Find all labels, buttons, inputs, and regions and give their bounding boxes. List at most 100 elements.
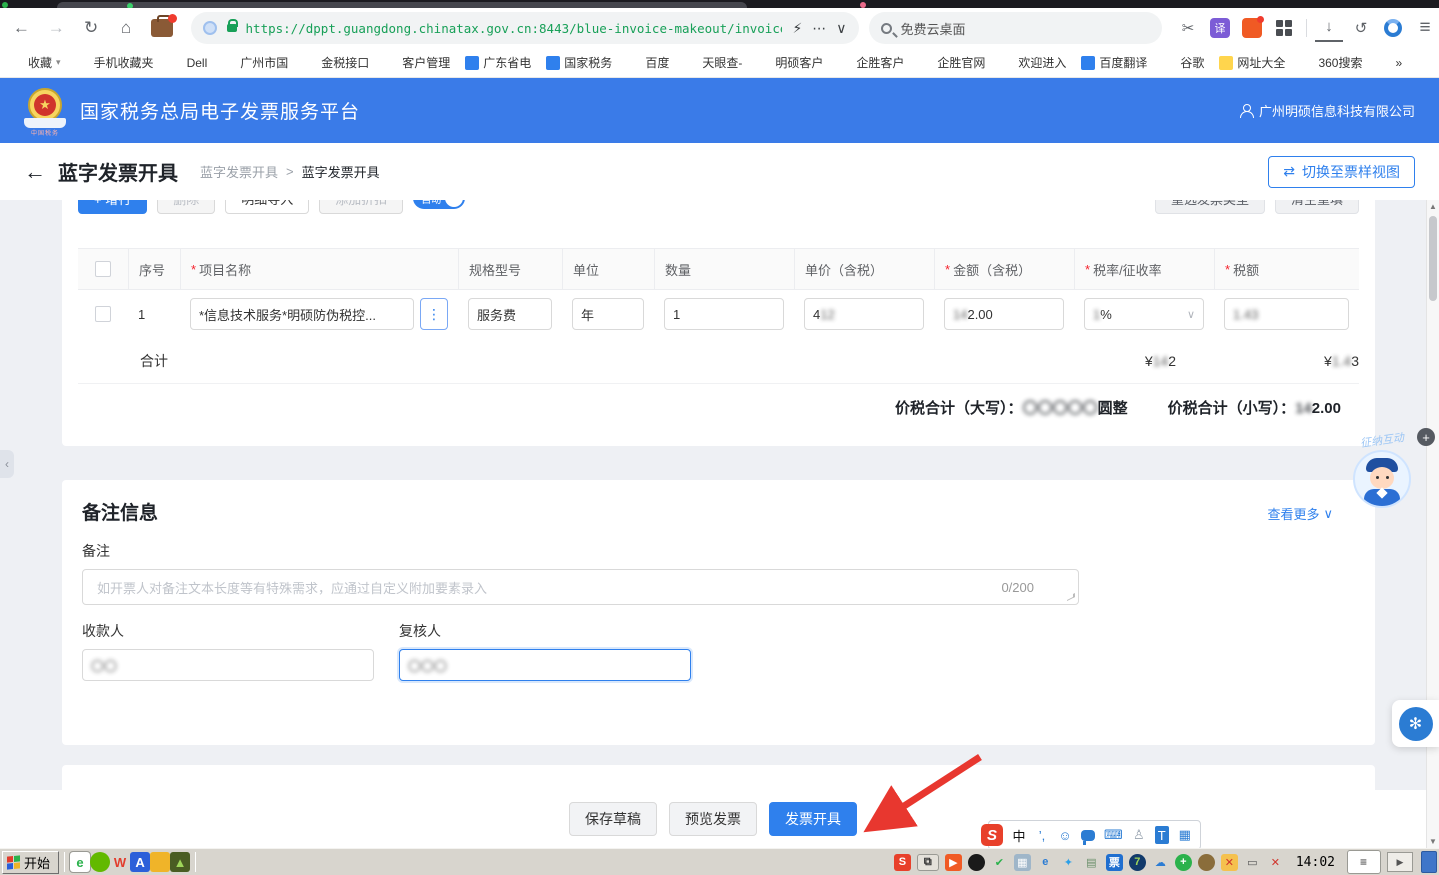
quicklaunch-ie[interactable]: e (70, 852, 90, 872)
bookmarks-overflow[interactable]: » (1377, 56, 1402, 70)
quicklaunch-wps[interactable]: W (110, 852, 130, 872)
issue-invoice-button[interactable]: 发票开具 (769, 802, 857, 836)
tray-device[interactable]: ▦ (1014, 854, 1031, 871)
row-checkbox[interactable] (95, 306, 111, 322)
ime-punctuation[interactable]: ’, (1035, 826, 1049, 844)
tray-chat[interactable] (1198, 854, 1215, 871)
save-draft-button[interactable]: 保存草稿 (569, 802, 657, 836)
tray-invoice-app[interactable]: 票 (1106, 854, 1123, 871)
tray-bird[interactable] (968, 854, 985, 871)
menu-icon[interactable]: ≡ (1411, 14, 1439, 42)
bookmark-customer-mgmt[interactable]: 客户管理 (384, 54, 450, 71)
lightning-icon[interactable]: ⚡ (792, 20, 802, 37)
view-more-link[interactable]: 查看更多∨ (1267, 504, 1333, 523)
bookmark-guangzhou-gov[interactable]: 广州市国 (222, 54, 288, 71)
tray-volume-muted[interactable]: ✕ (1267, 854, 1284, 871)
apps-grid-icon[interactable] (1270, 14, 1298, 42)
browser-search-box[interactable]: 免费云桌面 (869, 12, 1162, 44)
ime-microphone[interactable] (1081, 830, 1095, 841)
quicklaunch-folder[interactable] (150, 852, 170, 872)
bookmark-baidu-translate[interactable]: 百度翻译 (1081, 54, 1147, 71)
preview-invoice-button[interactable]: 预览发票 (669, 802, 757, 836)
breadcrumb-parent[interactable]: 蓝字发票开具 (200, 162, 278, 181)
quicklaunch-photos[interactable]: ▲ (170, 852, 190, 872)
show-desktop-button[interactable] (1421, 851, 1437, 873)
tray-window-switcher[interactable]: ⧉ (917, 854, 939, 871)
assistant-avatar[interactable] (1353, 450, 1411, 508)
amount-input[interactable]: 142.00 (944, 298, 1064, 330)
bookmark-dell-folder[interactable]: Dell (169, 56, 208, 70)
bookmark-nav-site[interactable]: 网址大全 (1219, 54, 1285, 71)
back-icon[interactable]: ← (8, 14, 35, 42)
tray-qq-star[interactable]: ✦ (1060, 854, 1077, 871)
tray-network[interactable]: ▭ (1244, 854, 1261, 871)
bookmark-360-search[interactable]: 360搜索 (1300, 54, 1362, 71)
auto-toggle[interactable]: 自动 (413, 200, 465, 214)
resize-handle[interactable] (1067, 593, 1075, 601)
back-arrow-icon[interactable]: ← (24, 159, 46, 185)
bookmark-favorites[interactable]: 收藏 ▾ (10, 54, 61, 71)
import-details-button[interactable]: 明细导入 (225, 200, 309, 214)
ime-toolbox[interactable]: ▦ (1178, 826, 1192, 844)
url-text[interactable]: https://dppt.guangdong.chinatax.gov.cn:8… (246, 21, 783, 36)
more-actions-icon[interactable]: ⋯ (812, 20, 826, 37)
quicklaunch-wechat[interactable] (90, 852, 110, 872)
vertical-scrollbar[interactable]: ▲ ▼ (1426, 200, 1439, 848)
start-button[interactable]: 开始 (2, 851, 59, 874)
company-account[interactable]: 广州明硕信息科技有限公司 (1239, 101, 1415, 120)
media-play-button[interactable]: ▶ (1387, 852, 1413, 872)
tax-rate-select[interactable]: 1%∨ (1084, 298, 1204, 330)
item-name-picker-icon[interactable]: ⋮ (420, 298, 448, 330)
collapse-panel-tab[interactable]: ‹ (0, 450, 14, 478)
quantity-input[interactable]: 1 (664, 298, 784, 330)
sogou-logo-icon[interactable]: S (981, 824, 1003, 846)
scroll-up-icon[interactable]: ▲ (1429, 202, 1437, 211)
scrollbar-thumb[interactable] (1429, 216, 1437, 301)
ime-shirt[interactable]: T (1155, 826, 1169, 844)
reload-icon[interactable]: ↻ (78, 14, 105, 42)
bookmark-phone-favorites[interactable]: 手机收藏夹 (76, 54, 154, 71)
quicklaunch-app[interactable]: A (130, 852, 150, 872)
tray-7kb[interactable]: 7 (1129, 854, 1146, 871)
switch-view-button[interactable]: ⇄ 切换至票样视图 (1268, 156, 1415, 188)
delete-row-button[interactable]: 删除 (157, 200, 215, 214)
remark-textarea[interactable]: 如开票人对备注文本长度等有特殊需求，应通过自定义附加要素录入 0/200 (82, 569, 1079, 605)
tray-share-error[interactable]: ✕ (1221, 854, 1238, 871)
home-icon[interactable]: ⌂ (113, 14, 140, 42)
browser-tab-strip[interactable] (0, 0, 1439, 8)
tray-printer[interactable]: ▤ (1083, 854, 1100, 871)
tray-360-safe[interactable]: + (1175, 854, 1192, 871)
games-icon[interactable] (1238, 14, 1266, 42)
assistant-expand-icon[interactable]: + (1417, 428, 1435, 446)
assistant-widget[interactable]: 征纳互动 (1349, 432, 1415, 508)
site-info-icon[interactable] (203, 21, 217, 35)
tray-ie[interactable]: e (1037, 854, 1054, 871)
address-bar[interactable]: https://dppt.guangdong.chinatax.gov.cn:8… (191, 12, 859, 44)
bookmark-welcome[interactable]: 欢迎进入 (1000, 54, 1066, 71)
unit-input[interactable]: 年 (572, 298, 644, 330)
screenshot-scissors-icon[interactable]: ✂ (1174, 14, 1202, 42)
bookmark-baidu[interactable]: 百度 (627, 54, 669, 71)
undo-icon[interactable]: ↺ (1347, 14, 1375, 42)
bookmark-mingshuo-customer[interactable]: 明硕客户 (757, 54, 823, 71)
chevron-down-icon[interactable]: ∨ (836, 20, 846, 37)
tray-cloud[interactable]: ☁ (1152, 854, 1169, 871)
tray-usb-safe[interactable]: ✔ (991, 854, 1008, 871)
ime-skin[interactable]: ♙ (1132, 826, 1146, 844)
item-name-input[interactable]: *信息技术服务*明硕防伪税控... (190, 298, 414, 330)
tray-app-orange[interactable]: ▶ (945, 854, 962, 871)
reselect-invoice-type-button[interactable]: 重选发票类型 (1155, 200, 1265, 214)
bookmark-tianyancha[interactable]: 天眼查- (684, 54, 742, 71)
notes-button[interactable]: ≡ (1347, 850, 1381, 874)
translate-icon[interactable]: 译 (1206, 14, 1234, 42)
bookmark-qisheng-site[interactable]: 企胜官网 (919, 54, 985, 71)
downloads-icon[interactable]: ↓ (1315, 14, 1343, 42)
spec-input[interactable]: 服务费 (468, 298, 552, 330)
bookmark-google[interactable]: 谷歌 (1162, 54, 1204, 71)
ime-soft-keyboard[interactable]: ⌨ (1104, 826, 1123, 844)
reviewer-input[interactable]: 〇〇〇 (399, 649, 691, 681)
forward-icon[interactable]: → (43, 14, 70, 42)
payee-input[interactable]: 〇〇 (82, 649, 374, 681)
tax-amount-input[interactable]: 1.43 (1224, 298, 1349, 330)
tray-sogou[interactable]: S (894, 854, 911, 871)
